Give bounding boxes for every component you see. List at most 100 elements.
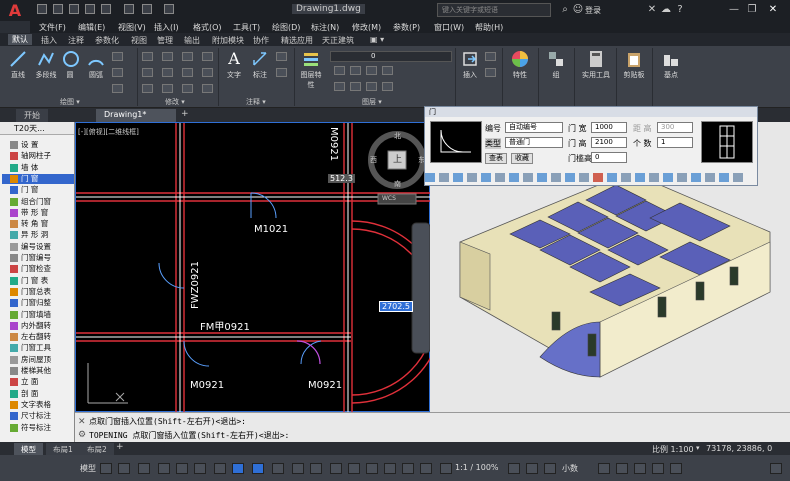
height-input[interactable]: 2100 (591, 137, 627, 148)
tab-start[interactable]: 开始 (16, 109, 48, 122)
search-input[interactable]: 键入关键字或短语 (437, 3, 551, 17)
selection-cycling-icon[interactable] (310, 463, 322, 474)
command-prompt[interactable]: TOPENING 点取门窗插入位置(Shift-左右开)<退出>: (89, 430, 289, 441)
sidebar-item[interactable]: 楼梯其他 (2, 366, 74, 376)
basepoint-button[interactable]: 基点 (658, 50, 684, 80)
edit-block-icon[interactable] (485, 68, 496, 77)
close-button[interactable]: ✕ (766, 3, 780, 17)
door-elevation-preview[interactable] (701, 121, 753, 163)
insert-window-icon[interactable] (663, 173, 673, 182)
insert-fill-icon[interactable] (495, 173, 505, 182)
restore-button[interactable]: ❐ (745, 3, 759, 17)
sidebar-item[interactable]: 门窗工具 (2, 343, 74, 353)
exchange-icon[interactable]: ✕ (645, 3, 659, 17)
sidebar-item[interactable]: 剖 面 (2, 389, 74, 399)
snap-icon[interactable] (118, 463, 130, 474)
ribbon-tab-more-icon[interactable]: ▣ ▾ (370, 35, 384, 44)
menu-parametric[interactable]: 参数(P) (393, 22, 420, 33)
tab-model[interactable]: 模型 (14, 443, 43, 455)
panel-layers[interactable]: 图层 ▾ (362, 97, 382, 107)
user-icon[interactable]: ☺ (571, 3, 585, 17)
array-icon[interactable] (182, 84, 193, 93)
gizmo-icon[interactable] (384, 463, 396, 474)
sill-input[interactable]: 0 (591, 152, 627, 163)
layer-walk-icon[interactable] (366, 82, 377, 91)
copy-icon[interactable] (142, 68, 153, 77)
login-button[interactable]: 登录 (585, 5, 601, 16)
menu-edit[interactable]: 编辑(E) (78, 22, 105, 33)
stretch-icon[interactable] (142, 84, 153, 93)
insert-block-button[interactable]: 插入 (459, 50, 481, 80)
polyline-button[interactable]: 多段线 (32, 50, 60, 80)
layer-iso-icon[interactable] (382, 66, 393, 75)
explode-icon[interactable] (202, 68, 213, 77)
hatch-icon[interactable] (112, 68, 123, 77)
viewcube-north[interactable]: 北 (394, 131, 401, 141)
sidebar-item[interactable]: 编号设置 (2, 242, 74, 252)
print-icon[interactable] (101, 4, 111, 14)
layer-match-icon[interactable] (334, 82, 345, 91)
command-close-icon[interactable]: ✕ (78, 417, 86, 427)
lookup-button[interactable]: 查表 (485, 153, 507, 164)
insert-even-icon[interactable] (523, 173, 533, 182)
sidebar-item[interactable]: 房间屋顶 (2, 355, 74, 365)
open-icon[interactable] (53, 4, 63, 14)
viewcube-west[interactable]: 西 (370, 155, 377, 165)
ribbon-tab-tangent[interactable]: 天正建筑 (322, 35, 354, 46)
dimension-input[interactable]: 2702.5 (379, 301, 413, 312)
layer-lock-icon[interactable] (366, 66, 377, 75)
mirror-icon[interactable] (162, 68, 173, 77)
ribbon-tab-annotate[interactable]: 注释 (68, 35, 84, 46)
sidebar-item[interactable]: 异 形 洞 (2, 230, 74, 240)
tab-layout2[interactable]: 布局2 (80, 443, 114, 455)
wcs-menu[interactable]: WCS (382, 195, 396, 202)
properties-button[interactable]: 特性 (506, 50, 534, 80)
ribbon-tab-parametric[interactable]: 参数化 (95, 35, 119, 46)
units-label[interactable]: 小数 (562, 463, 578, 474)
sidebar-item[interactable]: 文字表格 (2, 400, 74, 410)
arc-button[interactable]: 圆弧 (86, 50, 106, 80)
command-settings-icon[interactable]: ⚙ (78, 430, 86, 440)
type-label[interactable]: 类型 (485, 138, 501, 149)
ribbon-tab-manage[interactable]: 管理 (157, 35, 173, 46)
auto-scale-icon[interactable] (420, 463, 432, 474)
door-plan-preview[interactable] (430, 121, 482, 163)
viewcube-south[interactable]: 南 (394, 179, 401, 189)
insert-axis-icon[interactable] (453, 173, 463, 182)
binoculars-icon[interactable]: ⌕ (558, 3, 572, 17)
dynamic-ucs-icon[interactable] (348, 463, 360, 474)
trim-icon[interactable] (182, 52, 193, 61)
line-button[interactable]: 直线 (6, 50, 30, 80)
sidebar-item[interactable]: 轴网柱子 (2, 151, 74, 161)
insert-bay-icon[interactable] (565, 173, 575, 182)
insert-free-icon[interactable] (425, 173, 435, 182)
text-button[interactable]: A 文字 (224, 50, 244, 80)
layer-merge-icon[interactable] (382, 82, 393, 91)
ribbon-tab-collaborate[interactable]: 协作 (253, 35, 269, 46)
menu-dimension[interactable]: 标注(N) (311, 22, 339, 33)
rectangle-icon[interactable] (112, 52, 123, 61)
sidebar-item[interactable]: 门窗填墙 (2, 310, 74, 320)
insert-top-icon[interactable] (537, 173, 547, 182)
insert-bay2-icon[interactable] (691, 173, 701, 182)
insert-door-icon[interactable] (649, 173, 659, 182)
sidebar-item[interactable]: 立 面 (2, 377, 74, 387)
boundary-icon[interactable] (112, 84, 123, 93)
sidebar-item[interactable]: 左右翻转 (2, 332, 74, 342)
object-snap-icon[interactable] (252, 463, 264, 474)
distance-input[interactable]: 300 (657, 122, 693, 133)
layer-off-icon[interactable] (334, 66, 345, 75)
selection-filter-icon[interactable] (366, 463, 378, 474)
clipboard-button[interactable]: 剪贴板 (620, 50, 648, 80)
sidebar-item[interactable]: 尺寸标注 (2, 411, 74, 421)
count-input[interactable]: 1 (657, 137, 693, 148)
lineweight-icon[interactable] (272, 463, 284, 474)
circle-button[interactable]: 圆 (62, 50, 79, 80)
workspace-gear-icon[interactable] (508, 463, 520, 474)
tab-drawing1[interactable]: Drawing1* (96, 109, 176, 122)
isodraft-icon[interactable] (214, 463, 226, 474)
tab-layout1[interactable]: 布局1 (46, 443, 80, 455)
polar-icon[interactable] (194, 463, 206, 474)
move-icon[interactable] (142, 52, 153, 61)
sidebar-item[interactable]: 门窗检查 (2, 264, 74, 274)
